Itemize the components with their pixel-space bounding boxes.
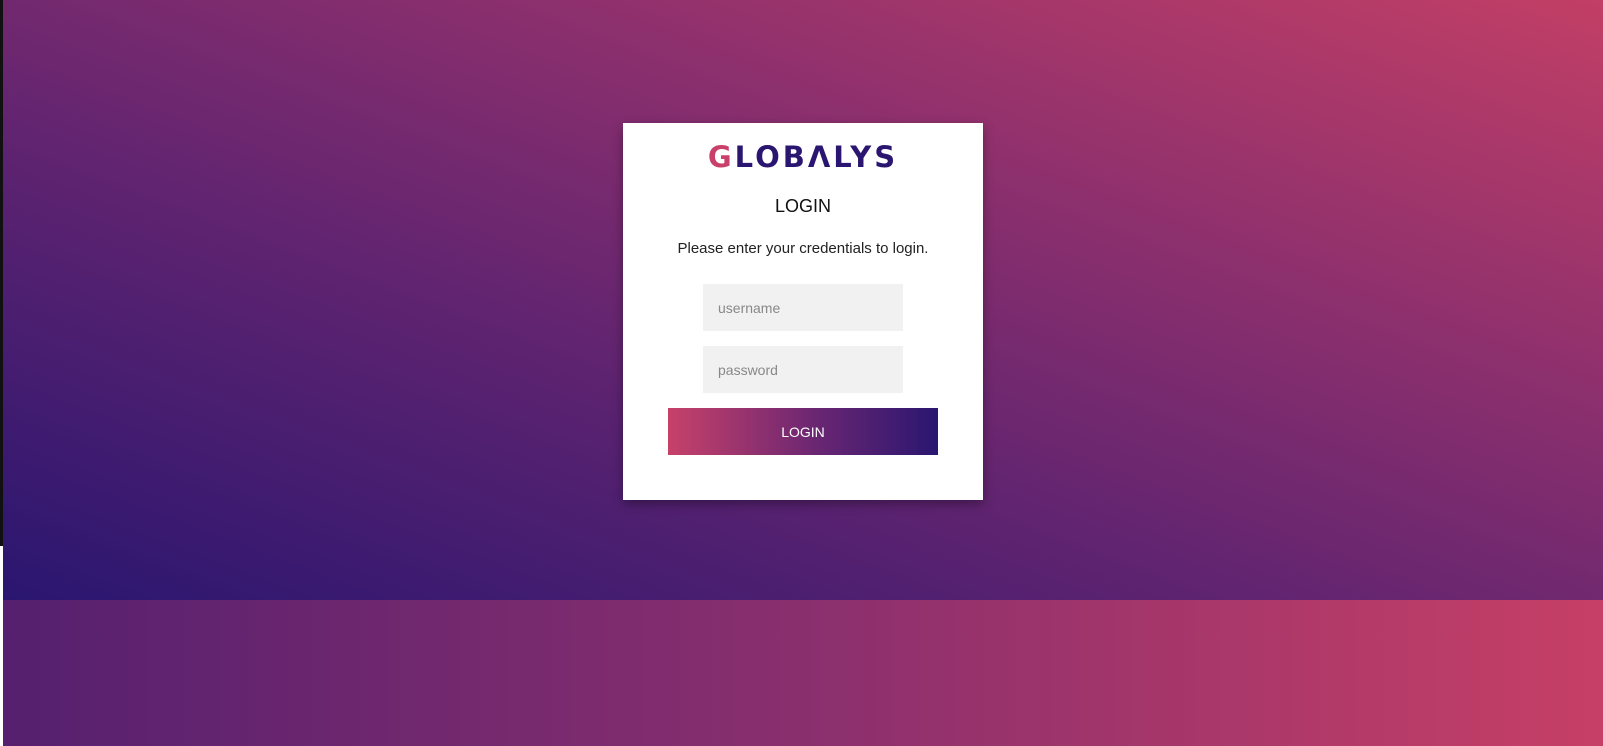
login-button[interactable]: LOGIN: [668, 408, 938, 455]
password-input[interactable]: [703, 346, 903, 393]
login-instructions: Please enter your credentials to login.: [677, 240, 929, 257]
globalys-logo: G LOBΛLYS: [623, 140, 983, 174]
login-title: LOGIN: [774, 196, 831, 216]
login-card: G LOBΛLYS LOGIN Please enter your credent…: [623, 123, 983, 500]
background-footer-band: [3, 600, 1603, 746]
logo-wordmark: LOBΛLYS: [734, 140, 899, 174]
logo-mark: G: [707, 140, 735, 174]
username-input[interactable]: [703, 284, 903, 331]
